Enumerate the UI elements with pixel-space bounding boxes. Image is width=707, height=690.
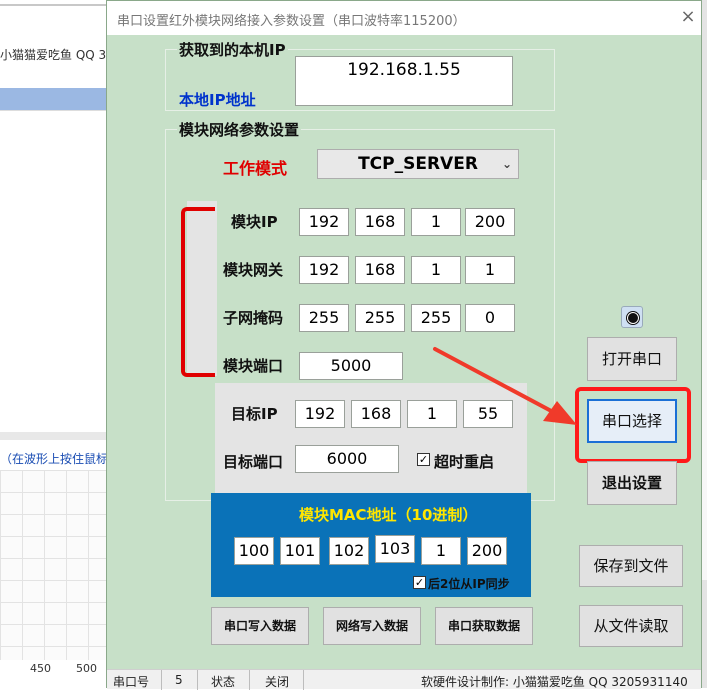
mac-byte-3[interactable]: 102 [329,537,369,565]
background-panel [0,110,110,430]
subnet-octet-1[interactable]: 255 [299,304,349,332]
port-number-label: 串口号 [113,675,150,689]
module-ip-octet-2[interactable]: 168 [355,208,405,236]
network-write-button[interactable]: 网络写入数据 [323,607,421,645]
mac-byte-4[interactable]: 103 [375,535,415,563]
subnet-octet-4[interactable]: 0 [465,304,515,332]
open-port-button[interactable]: 打开串口 [587,337,677,381]
mac-byte-1[interactable]: 100 [234,537,274,565]
port-number-value: 5 [175,673,183,687]
gateway-octet-1[interactable]: 192 [299,256,349,284]
gateway-octet-4[interactable]: 1 [465,256,515,284]
background-axis-tick: 450 [30,662,51,675]
target-port-field[interactable]: 6000 [295,445,399,473]
module-params-bracket [181,207,215,377]
exit-settings-button[interactable]: 退出设置 [587,461,677,505]
mac-sync-label: 后2位从IP同步 [428,577,510,591]
local-ip-value: 192.168.1.55 [347,60,461,80]
work-mode-select[interactable]: TCP_SERVER ⌄ [317,149,519,179]
chevron-down-icon: ⌄ [501,157,512,171]
module-ip-label: 模块IP [231,213,278,231]
background-divider [0,4,110,6]
annotation-arrow-icon [433,347,577,425]
settings-dialog: 串口设置红外模块网络接入参数设置（串口波特率115200） × 获取到的本机IP… [106,0,702,690]
load-from-file-button[interactable]: 从文件读取 [579,605,683,647]
gateway-label: 模块网关 [223,261,284,279]
subnet-label: 子网掩码 [223,309,284,327]
module-ip-octet-3[interactable]: 1 [411,208,461,236]
save-to-file-button[interactable]: 保存到文件 [579,545,683,587]
module-ip-octet-4[interactable]: 200 [465,208,515,236]
background-hint-text: （在波形上按住鼠标 [0,452,109,466]
serial-write-button[interactable]: 串口写入数据 [211,607,309,645]
status-separator [161,670,162,690]
gateway-octet-3[interactable]: 1 [411,256,461,284]
module-ip-octet-1[interactable]: 192 [299,208,349,236]
gateway-octet-2[interactable]: 168 [355,256,405,284]
state-value: 关闭 [265,675,290,689]
timeout-reconnect-label: 超时重启 [434,453,495,471]
mac-byte-2[interactable]: 101 [280,537,320,565]
credit-text: 软硬件设计制作: 小猫猫爱吃鱼 QQ 3205931140 [421,675,688,689]
serial-read-button[interactable]: 串口获取数据 [435,607,533,645]
dialog-title: 串口设置红外模块网络接入参数设置（串口波特率115200） [117,14,466,29]
work-mode-value: TCP_SERVER [358,154,478,174]
background-waveform-plot [0,470,110,660]
status-separator [303,670,304,690]
background-axis-tick: 500 [76,662,97,675]
status-bar: 串口号 5 状态 关闭 软硬件设计制作: 小猫猫爱吃鱼 QQ 320593114… [107,669,701,690]
timeout-reconnect-checkbox[interactable]: ✓ [417,453,430,466]
mac-byte-6[interactable]: 200 [467,537,507,565]
background-window [0,0,110,90]
local-ip-label: 本地IP地址 [179,91,256,109]
mac-address-title: 模块MAC地址（10进制） [299,506,478,524]
target-ip-octet-1[interactable]: 192 [295,400,345,428]
module-port-field[interactable]: 5000 [299,352,403,380]
target-ip-label: 目标IP [231,405,278,423]
subnet-octet-3[interactable]: 255 [411,304,461,332]
local-ip-group-label: 获取到的本机IP [177,39,288,60]
local-ip-field[interactable]: 192.168.1.55 [295,56,513,106]
mac-byte-5[interactable]: 1 [421,537,461,565]
background-header-band [0,88,110,110]
mac-sync-checkbox[interactable]: ✓ [413,576,426,589]
module-port-label: 模块端口 [223,357,284,375]
background-separator [0,432,110,440]
status-separator [249,670,250,690]
status-separator [197,670,198,690]
status-indicator-radio[interactable] [621,306,643,328]
radio-dot-icon [627,312,639,324]
target-port-label: 目标端口 [223,453,284,471]
background-qq-text: 小猫猫爱吃鱼 QQ 32 [0,48,110,62]
network-settings-label: 模块网络参数设置 [177,119,302,140]
target-ip-octet-2[interactable]: 168 [351,400,401,428]
select-port-button[interactable]: 串口选择 [587,399,677,443]
dialog-titlebar: 串口设置红外模块网络接入参数设置（串口波特率115200） × [107,1,701,35]
close-icon[interactable]: × [679,7,697,27]
work-mode-label: 工作模式 [223,159,288,178]
subnet-octet-2[interactable]: 255 [355,304,405,332]
state-label: 状态 [211,675,236,689]
